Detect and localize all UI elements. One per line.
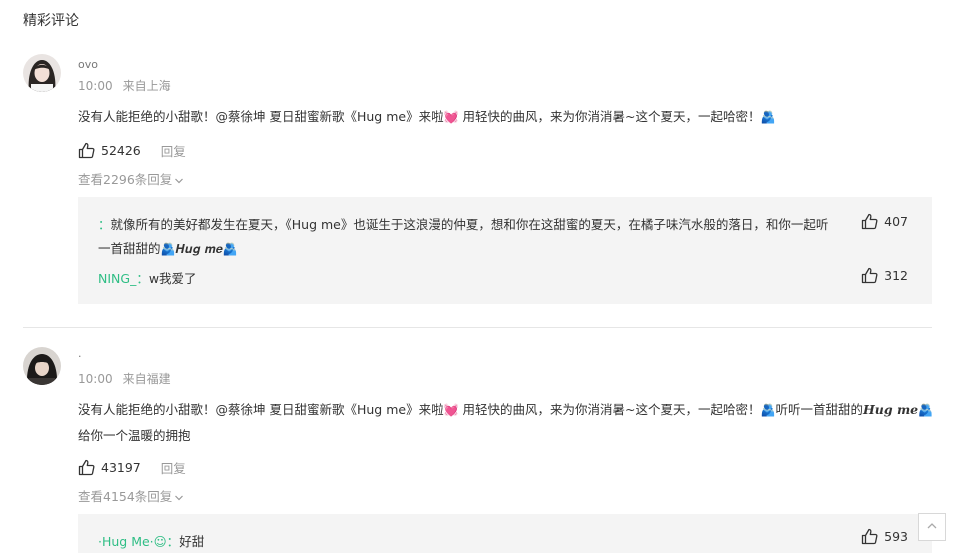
reply-username[interactable]: ：: [98, 217, 111, 232]
avatar[interactable]: [23, 54, 61, 92]
comment-actions: 43197 回复: [78, 458, 186, 477]
hug-emoji: 🫂: [760, 403, 776, 417]
comment-meta: 10:00 来自上海: [78, 77, 171, 94]
like-count: 312: [884, 268, 908, 283]
hug-me-text: 𝑯𝒖𝒈 𝒎𝒆: [175, 241, 223, 256]
divider: [23, 327, 932, 328]
heart-emoji: 💓: [443, 110, 459, 124]
reply-button[interactable]: 回复: [161, 141, 186, 160]
back-to-top-button[interactable]: [918, 513, 946, 541]
comment-location: 来自福建: [122, 372, 171, 386]
hug-emoji: 🫂: [222, 242, 238, 256]
thumbs-up-icon[interactable]: [78, 459, 95, 476]
comment-username[interactable]: ·: [78, 350, 82, 363]
reply-item: ：就像所有的美好都发生在夏天，《Hug me》也诞生于这浪漫的仲夏，想和你在这甜…: [98, 217, 829, 256]
reply-like[interactable]: 593: [861, 528, 908, 545]
view-replies-link[interactable]: 查看2296条回复: [78, 169, 184, 188]
comment-location: 来自上海: [122, 79, 171, 93]
reply-username[interactable]: ·Hug Me·☺：: [98, 534, 179, 549]
view-replies-link[interactable]: 查看4154条回复: [78, 486, 184, 505]
chevron-up-icon: [925, 518, 939, 537]
comment-time: 10:00: [78, 79, 113, 93]
reply-item: NING_：w我爱了: [98, 271, 197, 286]
comment-username[interactable]: ovo: [78, 58, 98, 71]
reply-item: ·Hug Me·☺：好甜: [98, 534, 205, 549]
comment-text: 没有人能拒绝的小甜歌！@蔡徐坤 夏日甜蜜新歌《Hug me》来啦💓 用轻快的曲风…: [78, 109, 776, 124]
like-count: 43197: [101, 460, 141, 475]
heart-emoji: 💓: [443, 403, 459, 417]
comment-time: 10:00: [78, 372, 113, 386]
section-title: 精彩评论: [23, 13, 79, 29]
hug-me-text: 𝑯𝒖𝒈 𝒎𝒆: [862, 402, 919, 417]
comment-meta: 10:00 来自福建: [78, 370, 171, 387]
avatar[interactable]: [23, 347, 61, 385]
thumbs-up-icon[interactable]: [78, 142, 95, 159]
reply-button[interactable]: 回复: [161, 458, 186, 477]
like-count: 52426: [101, 143, 141, 158]
hug-emoji: 🫂: [760, 110, 776, 124]
replies-box: ：就像所有的美好都发生在夏天，《Hug me》也诞生于这浪漫的仲夏，想和你在这甜…: [78, 197, 932, 304]
chevron-down-icon: [174, 491, 184, 501]
chevron-down-icon: [174, 174, 184, 184]
hug-emoji: 🫂: [918, 403, 934, 417]
thumbs-up-icon[interactable]: [861, 213, 878, 230]
reply-like[interactable]: 407: [861, 213, 908, 230]
comment-text: 没有人能拒绝的小甜歌！@蔡徐坤 夏日甜蜜新歌《Hug me》来啦💓 用轻快的曲风…: [78, 402, 934, 443]
like-count: 407: [884, 214, 908, 229]
reply-like[interactable]: 312: [861, 267, 908, 284]
thumbs-up-icon[interactable]: [861, 267, 878, 284]
hug-emoji: 🫂: [160, 242, 176, 256]
comment-actions: 52426 回复: [78, 141, 186, 160]
replies-box: ·Hug Me·☺：好甜 593: [78, 514, 932, 553]
reply-username[interactable]: NING_：: [98, 271, 149, 286]
like-count: 593: [884, 529, 908, 544]
thumbs-up-icon[interactable]: [861, 528, 878, 545]
